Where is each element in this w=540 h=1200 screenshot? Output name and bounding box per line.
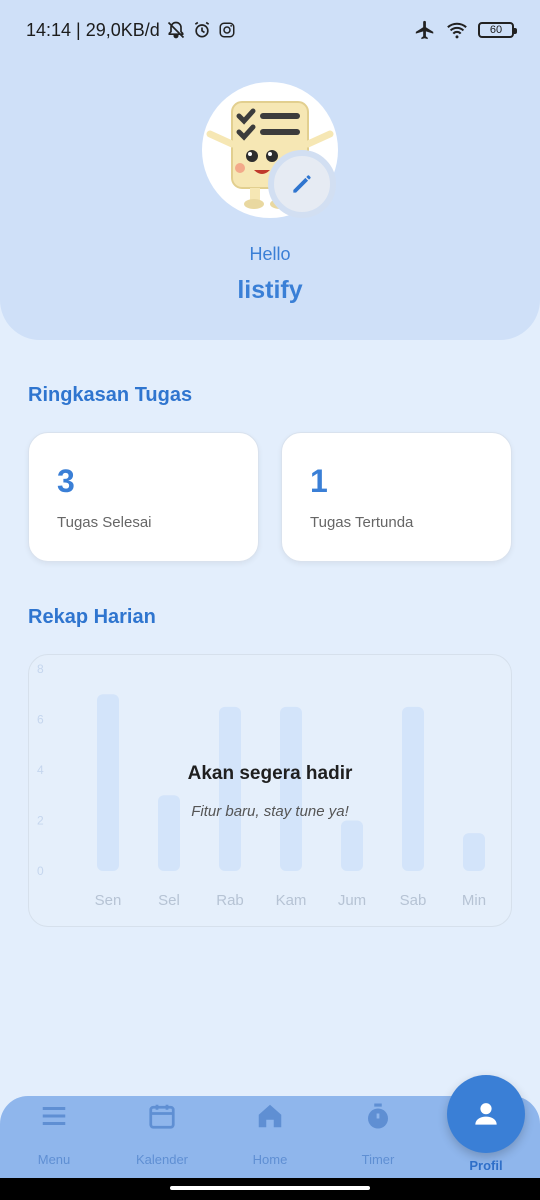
username-text: listify [237,276,303,304]
battery-icon: 60 [478,22,517,38]
pending-tasks-card: 1 Tugas Tertunda [281,432,512,562]
nav-item-timer[interactable]: Timer [324,1096,432,1178]
home-icon [258,1104,282,1128]
home-gesture-pill[interactable] [170,1186,370,1190]
completed-label: Tugas Selesai [57,514,152,531]
pencil-icon [293,175,311,193]
instagram-icon [219,22,235,38]
x-tick-label: Sel [158,892,180,909]
nav-label-home: Home [252,1152,288,1167]
x-tick-label: Jum [338,892,366,909]
daily-recap-title: Rekap Harian [28,606,156,628]
nav-label-profil: Profil [469,1158,503,1173]
nav-label-menu: Menu [37,1152,71,1167]
coming-soon-title: Akan segera hadir [187,763,353,784]
y-tick-label: 0 [37,864,44,878]
nav-item-profil[interactable] [447,1075,525,1153]
completed-tasks-card: 3 Tugas Selesai [28,432,259,562]
x-tick-label: Rab [216,892,244,909]
pending-label: Tugas Tertunda [310,514,414,531]
status-bar: 14:14 | 29,0KB/d 60 [0,0,540,60]
y-tick-label: 6 [37,713,44,727]
coming-soon-subtitle: Fitur baru, stay tune ya! [191,803,349,820]
chart-bar [463,833,485,871]
stopwatch-icon [368,1103,388,1129]
edit-avatar-button[interactable] [268,150,336,218]
gesture-bar [0,1178,540,1200]
chart-bar [402,706,424,871]
person-icon [475,1103,497,1125]
status-time-speed: 14:14 | 29,0KB/d [26,19,160,40]
wifi-icon [447,22,467,39]
daily-bar-chart: 02468Sen Sel Rab Kam Jum Sab Min [37,662,486,909]
daily-chart: 0 2 4 6 8 Sen Sel Rab Kam Jum Sab Min Akan segera h… [28,654,512,927]
chart-bar [219,706,241,871]
alarm-icon [194,21,209,38]
status-left: 14:14 | 29,0KB/d [26,20,236,41]
x-tick-label: Kam [276,892,307,909]
nav-item-home[interactable]: Home [216,1096,324,1178]
nav-item-menu[interactable]: Menu [0,1096,108,1178]
chart-bar [341,820,363,871]
nav-label-kalender: Kalender [135,1152,189,1167]
airplane-icon [415,20,434,40]
x-tick-label: Sab [400,892,427,909]
y-tick-label: 8 [37,662,44,676]
menu-icon [42,1107,66,1125]
summary-title: Ringkasan Tugas [28,384,193,406]
status-right: 60 [414,19,517,41]
pending-count: 1 [310,463,328,499]
greeting-text: Hello [249,244,291,264]
completed-count: 3 [57,463,75,499]
x-tick-label: Sen [95,892,122,909]
nav-item-kalender[interactable]: Kalender [108,1096,216,1178]
calendar-icon [149,1104,175,1129]
bell-off-icon [167,21,184,39]
x-tick-label: Min [462,892,486,909]
nav-label-timer: Timer [361,1152,395,1167]
chart-bar [280,706,302,871]
